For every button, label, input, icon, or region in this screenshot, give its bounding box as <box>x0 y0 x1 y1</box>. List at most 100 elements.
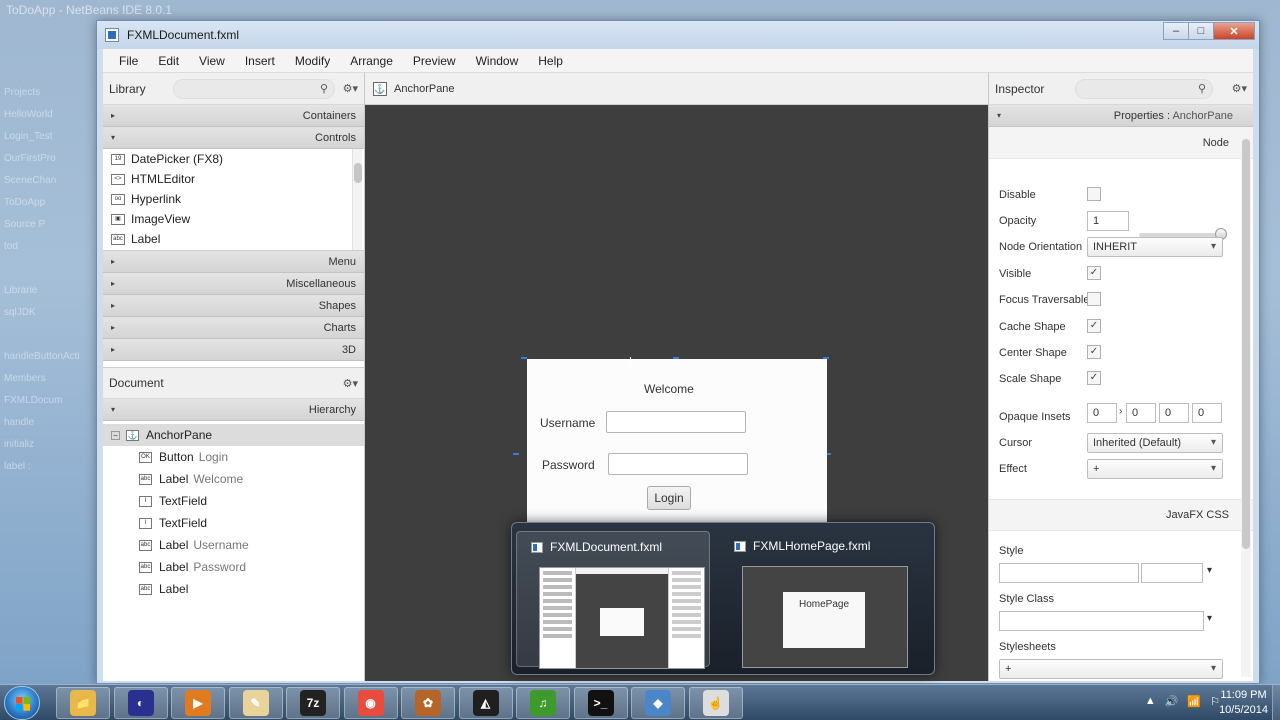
library-section-containers[interactable]: ▸ Containers <box>103 105 364 127</box>
center-shape-checkbox[interactable]: ✓ <box>1087 345 1101 359</box>
orientation-combo[interactable]: INHERIT <box>1087 237 1223 257</box>
menu-modify[interactable]: Modify <box>295 54 330 68</box>
library-section-charts[interactable]: ▸ Charts <box>103 317 364 339</box>
focus-traversable-checkbox[interactable] <box>1087 292 1101 306</box>
inspector-scrollbar[interactable] <box>1241 137 1251 677</box>
scroll-thumb[interactable] <box>1242 139 1250 549</box>
taskbar-media-player-button[interactable]: ▶ <box>171 687 225 719</box>
username-textfield[interactable] <box>606 411 746 433</box>
maximize-button[interactable]: □ <box>1188 22 1214 40</box>
gear-icon[interactable]: ⚙▾ <box>343 82 358 95</box>
effect-combo[interactable]: + <box>1087 459 1223 479</box>
menu-file[interactable]: File <box>119 54 138 68</box>
cursor-combo[interactable]: Inherited (Default) <box>1087 433 1223 453</box>
password-textfield[interactable] <box>608 453 748 475</box>
collapse-icon[interactable]: − <box>111 430 120 440</box>
inset-right-field[interactable]: 0 <box>1126 403 1156 423</box>
taskbar-virtualbox-button[interactable]: ◆ <box>631 687 685 719</box>
scroll-thumb[interactable] <box>354 163 362 183</box>
library-item[interactable]: abc Label <box>103 229 364 249</box>
menu-window[interactable]: Window <box>476 54 519 68</box>
eclipse-icon: ◐ <box>127 690 154 716</box>
style-value-field[interactable] <box>1141 563 1203 583</box>
taskbar-7zip-button[interactable]: 7z <box>286 687 340 719</box>
style-class-field[interactable] <box>999 611 1204 631</box>
taskbar-itunes-button[interactable]: ♫ <box>516 687 570 719</box>
welcome-label[interactable]: Welcome <box>644 382 694 396</box>
hierarchy-section[interactable]: ▾ Hierarchy <box>103 399 364 421</box>
gear-icon[interactable]: ⚙▾ <box>343 377 358 390</box>
menu-arrange[interactable]: Arrange <box>350 54 393 68</box>
link-icon[interactable]: › <box>1119 406 1122 417</box>
stylesheets-add-button[interactable]: + <box>999 659 1223 679</box>
username-label[interactable]: Username <box>540 416 595 430</box>
inset-bottom-field[interactable]: 0 <box>1159 403 1189 423</box>
menu-help[interactable]: Help <box>538 54 563 68</box>
chevron-down-icon[interactable]: ▾ <box>1207 565 1212 576</box>
tree-root-anchorpane[interactable]: − ⚓ AnchorPane <box>103 424 364 446</box>
menu-preview[interactable]: Preview <box>413 54 456 68</box>
inset-left-field[interactable]: 0 <box>1192 403 1222 423</box>
library-section-3d[interactable]: ▸ 3D <box>103 339 364 361</box>
library-item[interactable]: oo Hyperlink <box>103 189 364 209</box>
library-item[interactable]: 19 DatePicker (FX8) <box>103 149 364 169</box>
library-section-menu[interactable]: ▸ Menu <box>103 251 364 273</box>
cache-shape-checkbox[interactable]: ✓ <box>1087 319 1101 333</box>
library-item[interactable]: ▣ ImageView <box>103 209 364 229</box>
menu-bar: File Edit View Insert Modify Arrange Preview Wi… <box>103 49 1253 73</box>
taskbar-cmd-button[interactable]: >_ <box>573 687 628 719</box>
breadcrumb-anchorpane[interactable]: AnchorPane <box>394 83 455 95</box>
homepage-thumb-label: HomePage <box>783 592 865 648</box>
start-button[interactable] <box>4 686 40 720</box>
taskbar-explorer-button[interactable]: 📁 <box>56 687 110 719</box>
tree-node[interactable]: I TextField <box>103 512 364 534</box>
menu-view[interactable]: View <box>199 54 225 68</box>
library-section-miscellaneous[interactable]: ▸ Miscellaneous <box>103 273 364 295</box>
taskbar-eclipse-button[interactable]: ◐ <box>113 687 168 719</box>
preview-fxmldocument[interactable]: FXMLDocument.fxml <box>516 531 710 669</box>
library-section-controls[interactable]: ▾ Controls <box>103 127 364 149</box>
style-field[interactable] <box>999 563 1139 583</box>
taskbar-chrome-button[interactable]: ◉ <box>343 687 398 719</box>
tray-icon[interactable]: ▲ <box>1145 695 1156 708</box>
taskbar-unity-button[interactable]: ◭ <box>458 687 513 719</box>
minimize-button[interactable]: – <box>1163 22 1189 40</box>
inspector-search-input[interactable]: ⚲ <box>1075 79 1213 99</box>
control-icon: ▣ <box>111 213 125 225</box>
preview-fxmlhomepage[interactable]: FXMLHomePage.fxml HomePage <box>720 531 914 668</box>
library-search-input[interactable]: ⚲ <box>173 79 335 99</box>
tray-icon[interactable]: 📶 <box>1187 695 1201 708</box>
taskbar-notepad-button[interactable]: ✎ <box>228 687 283 719</box>
library-item[interactable]: <> HTMLEditor <box>103 169 364 189</box>
tree-node[interactable]: I TextField <box>103 490 364 512</box>
chevron-down-icon[interactable]: ▾ <box>1207 613 1212 624</box>
resize-handle[interactable] <box>513 453 519 455</box>
properties-section[interactable]: ▾ Properties : AnchorPane <box>989 105 1253 127</box>
tray-icon[interactable]: 🔊 <box>1165 695 1179 708</box>
visible-checkbox[interactable]: ✓ <box>1087 266 1101 280</box>
background-project-tree: Projects HelloWorld Login_Test OurFirstPro S… <box>4 82 96 478</box>
show-desktop-button[interactable] <box>1272 685 1280 720</box>
library-scrollbar[interactable] <box>352 149 362 250</box>
tree-node[interactable]: abc Label Welcome <box>103 468 364 490</box>
login-button[interactable]: Login <box>647 486 691 510</box>
scale-shape-checkbox[interactable]: ✓ <box>1087 371 1101 385</box>
library-section-shapes[interactable]: ▸ Shapes <box>103 295 364 317</box>
disable-checkbox[interactable] <box>1087 187 1101 201</box>
tree-node[interactable]: abc Label Username <box>103 534 364 556</box>
notepad-icon: ✎ <box>242 690 269 716</box>
menu-insert[interactable]: Insert <box>245 54 275 68</box>
inset-top-field[interactable]: 0 <box>1087 403 1117 423</box>
taskbar-scene-builder-button[interactable]: ✿ <box>401 687 455 719</box>
clock[interactable]: 11:09 PM 10/5/2014 <box>1219 688 1268 718</box>
tree-node[interactable]: OK Button Login <box>103 446 364 468</box>
node-type-icon: OK <box>139 451 152 463</box>
tree-node[interactable]: abc Label Password <box>103 556 364 578</box>
gear-icon[interactable]: ⚙▾ <box>1232 82 1247 95</box>
menu-edit[interactable]: Edit <box>158 54 179 68</box>
opacity-field[interactable]: 1 <box>1087 211 1129 231</box>
close-button[interactable]: ✕ <box>1213 22 1255 40</box>
tree-node[interactable]: abc Label <box>103 578 364 600</box>
password-label[interactable]: Password <box>542 458 595 472</box>
taskbar-pointer-button[interactable]: ☝ <box>688 687 743 719</box>
